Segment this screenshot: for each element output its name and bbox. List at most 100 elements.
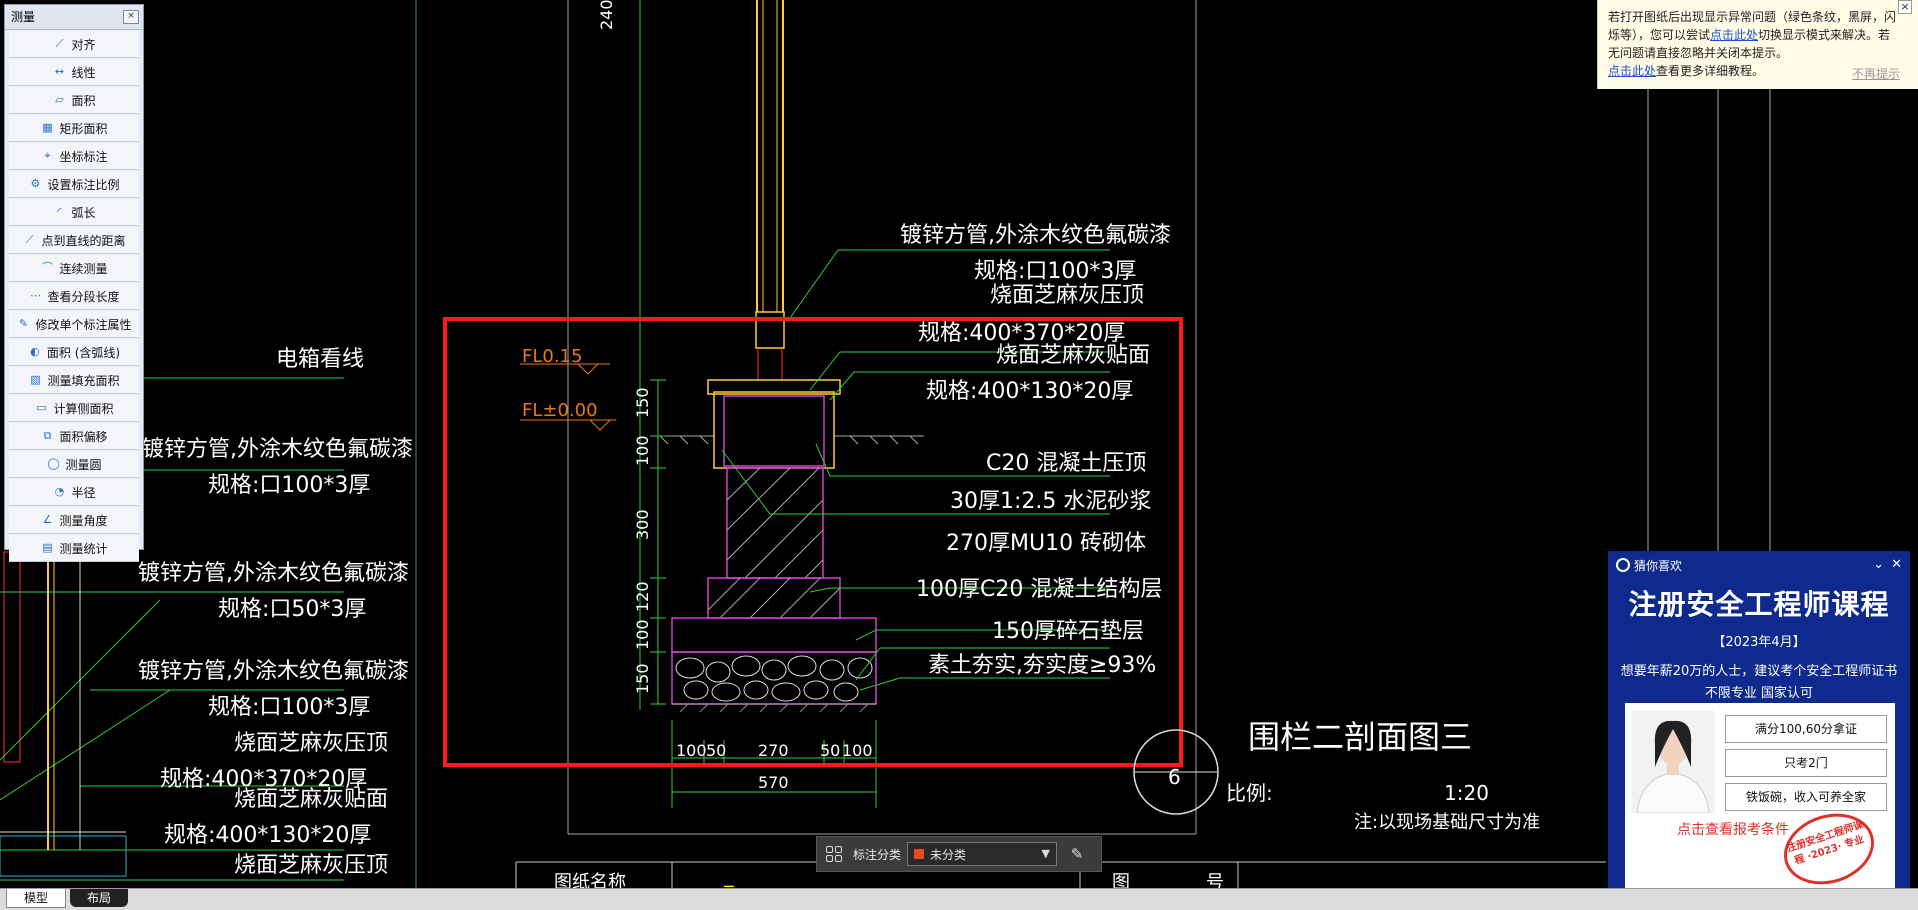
measure-panel-header[interactable]: 测量 × [5, 5, 143, 30]
close-icon[interactable]: ✕ [1891, 557, 1902, 572]
callout-structure: 100厚C20 混凝土结构层 [916, 577, 1162, 602]
fl-000-label: FL±0.00 [522, 400, 598, 421]
measure-item-label: 面积偏移 [59, 429, 108, 444]
section-number: 6 [1168, 765, 1181, 789]
measure-item-label: 测量圆 [65, 457, 102, 472]
chevron-down-icon: ▼ [1041, 847, 1051, 860]
measure-item-1[interactable]: ↔ 线性 [9, 59, 139, 86]
callout-soil: 素土夯实,夯实度≥93% [928, 653, 1156, 678]
left-label-4: 规格:口50*3厚 [218, 597, 366, 622]
measure-item-label: 测量填充面积 [47, 373, 120, 388]
measure-item-2[interactable]: ▱ 面积 [9, 87, 139, 114]
dim-h-100-right: 100 [842, 741, 873, 760]
arc-area-icon: ◐ [30, 345, 40, 358]
edit-icon[interactable]: ✎ [1067, 844, 1087, 864]
measure-item-5[interactable]: ⚙ 设置标注比例 [9, 171, 139, 198]
measure-item-4[interactable]: ⌖ 坐标标注 [9, 143, 139, 170]
radius-icon: ◔ [54, 485, 65, 498]
measure-item-label: 对齐 [71, 37, 96, 52]
left-label-3: 镀锌方管,外涂木纹色氟碳漆 [138, 561, 409, 586]
measure-item-12[interactable]: ▧ 测量填充面积 [9, 367, 139, 394]
callout-c20-top: C20 混凝土压顶 [986, 451, 1146, 476]
left-label-10: 规格:400*130*20厚 [164, 823, 371, 848]
grid-icon[interactable] [823, 843, 845, 865]
annotation-category-select[interactable]: 未分类 ▼ [907, 842, 1058, 866]
measure-item-10[interactable]: ✎ 修改单个标注属性 [9, 311, 139, 338]
dim-h-570: 570 [758, 773, 789, 792]
measure-item-9[interactable]: ⋯ 查看分段长度 [9, 283, 139, 310]
measure-item-7[interactable]: ⟋ 点到直线的距离 [9, 227, 139, 254]
ad-stamp: 注册安全工程师课程 ·2023· 专业 [1774, 802, 1884, 896]
chevron-down-icon[interactable]: ⌄ [1873, 557, 1884, 572]
dim-v-150-top: 150 [633, 387, 652, 418]
measure-item-18[interactable]: ▤ 测量统计 [9, 535, 139, 562]
notice-text: 烁等），您可以尝试 [1608, 28, 1711, 42]
measure-item-11[interactable]: ◐ 面积 (含弧线) [9, 339, 139, 366]
annotation-toolbar: 标注分类 未分类 ▼ ✎ [816, 836, 1102, 872]
dim-h-100-left: 100 [676, 741, 707, 760]
close-icon[interactable]: × [123, 10, 139, 24]
dismiss-link[interactable]: 不再提示 [1852, 65, 1900, 83]
tutorial-link[interactable]: 点击此处 [1608, 64, 1656, 78]
callout-brick: 270厚MU10 砖砌体 [946, 531, 1146, 556]
dim-v-100-b: 100 [633, 619, 652, 650]
dim-v-300: 300 [633, 509, 652, 540]
ad-date: 【2023年4月】 [1712, 635, 1806, 650]
point-line-icon: ⟋ [25, 233, 34, 246]
measure-item-8[interactable]: ⌒ 连续测量 [9, 255, 139, 282]
close-icon[interactable]: × [1898, 0, 1912, 14]
arc-icon: ◜ [57, 205, 62, 218]
measure-item-label: 查看分段长度 [47, 289, 120, 304]
ad-title: 注册安全工程师课程 [1628, 588, 1890, 621]
switch-mode-link[interactable]: 点击此处 [1710, 28, 1758, 42]
edit-annotation-icon: ✎ [18, 317, 29, 330]
measure-item-15[interactable]: ◯ 测量圆 [9, 451, 139, 478]
scale-icon: ⚙ [30, 177, 41, 190]
scale-value: 1:20 [1444, 781, 1489, 805]
display-notice: × 若打开图纸后出现显示异常问题（绿色条纹，黑屏，闪 烁等），您可以尝试点击此处… [1597, 0, 1918, 89]
dim-h-50-left: 50 [706, 741, 726, 760]
measure-item-label: 测量统计 [59, 541, 108, 556]
measure-list: ⟋ 对齐 ↔ 线性 ▱ 面积 ▦ 矩形面积 ⌖ 坐标标注 ⚙ 设置标注比例 ◜ 弧长 ⟋ 点到直线的距离 ⌒ 连续… [5, 31, 143, 562]
scale-label: 比例: [1226, 781, 1273, 805]
continuous-icon: ⌒ [41, 261, 53, 274]
tab-layout[interactable]: 布局 [70, 889, 128, 907]
measure-item-16[interactable]: ◔ 半径 [9, 479, 139, 506]
ad-header: 猜你喜欢 ⌄ ✕ [1608, 551, 1910, 579]
measure-item-3[interactable]: ▦ 矩形面积 [9, 115, 139, 142]
measure-item-label: 坐标标注 [59, 149, 108, 164]
fl-015-label: FL0.15 [522, 346, 582, 367]
callout-mortar: 30厚1:2.5 水泥砂浆 [950, 489, 1151, 514]
measure-panel-title: 测量 [11, 10, 36, 24]
measure-item-label: 设置标注比例 [47, 177, 120, 192]
left-label-2: 规格:口100*3厚 [208, 473, 370, 498]
measure-item-label: 计算侧面积 [53, 401, 114, 416]
measure-item-label: 面积 (含弧线) [46, 345, 121, 360]
stats-icon: ▤ [42, 541, 53, 554]
measure-item-0[interactable]: ⟋ 对齐 [9, 31, 139, 58]
measure-item-label: 连续测量 [59, 261, 108, 276]
measure-item-6[interactable]: ◜ 弧长 [9, 199, 139, 226]
left-label-5: 镀锌方管,外涂木纹色氟碳漆 [138, 659, 409, 684]
measure-item-14[interactable]: ⧉ 面积偏移 [9, 423, 139, 450]
measure-item-17[interactable]: ∠ 测量角度 [9, 507, 139, 534]
note: 注:以现场基础尺寸为准 [1354, 812, 1540, 833]
segment-icon: ⋯ [29, 289, 41, 302]
measure-item-13[interactable]: ▭ 计算侧面积 [9, 395, 139, 422]
dim-v-120: 120 [633, 581, 652, 612]
fill-area-icon: ▧ [30, 373, 41, 386]
area-offset-icon: ⧉ [43, 429, 52, 442]
ad-row-1: 满分100,60分拿证 [1725, 715, 1887, 743]
notice-text: 查看更多详细教程。 [1656, 64, 1765, 78]
ad-popup[interactable]: 猜你喜欢 ⌄ ✕ 注册安全工程师课程 【2023年4月】 想要年薪20万的人士，… [1608, 551, 1910, 909]
measure-item-label: 面积 [71, 93, 96, 108]
callout-pipe: 镀锌方管,外涂木纹色氟碳漆 [900, 223, 1171, 248]
measure-item-label: 修改单个标注属性 [35, 317, 132, 332]
ad-card[interactable]: 满分100,60分拿证 只考2门 铁饭碗，收入可养全家 点击查看报考条件 注册安… [1625, 703, 1895, 896]
layout-tabbar: 模型 布局 [0, 888, 1918, 910]
measure-item-label: 线性 [71, 65, 96, 80]
callout-facing-spec: 规格:400*130*20厚 [926, 379, 1133, 404]
measure-item-label: 点到直线的距离 [41, 233, 126, 248]
tab-model[interactable]: 模型 [6, 889, 66, 908]
ad-header-label: 猜你喜欢 [1634, 558, 1683, 573]
